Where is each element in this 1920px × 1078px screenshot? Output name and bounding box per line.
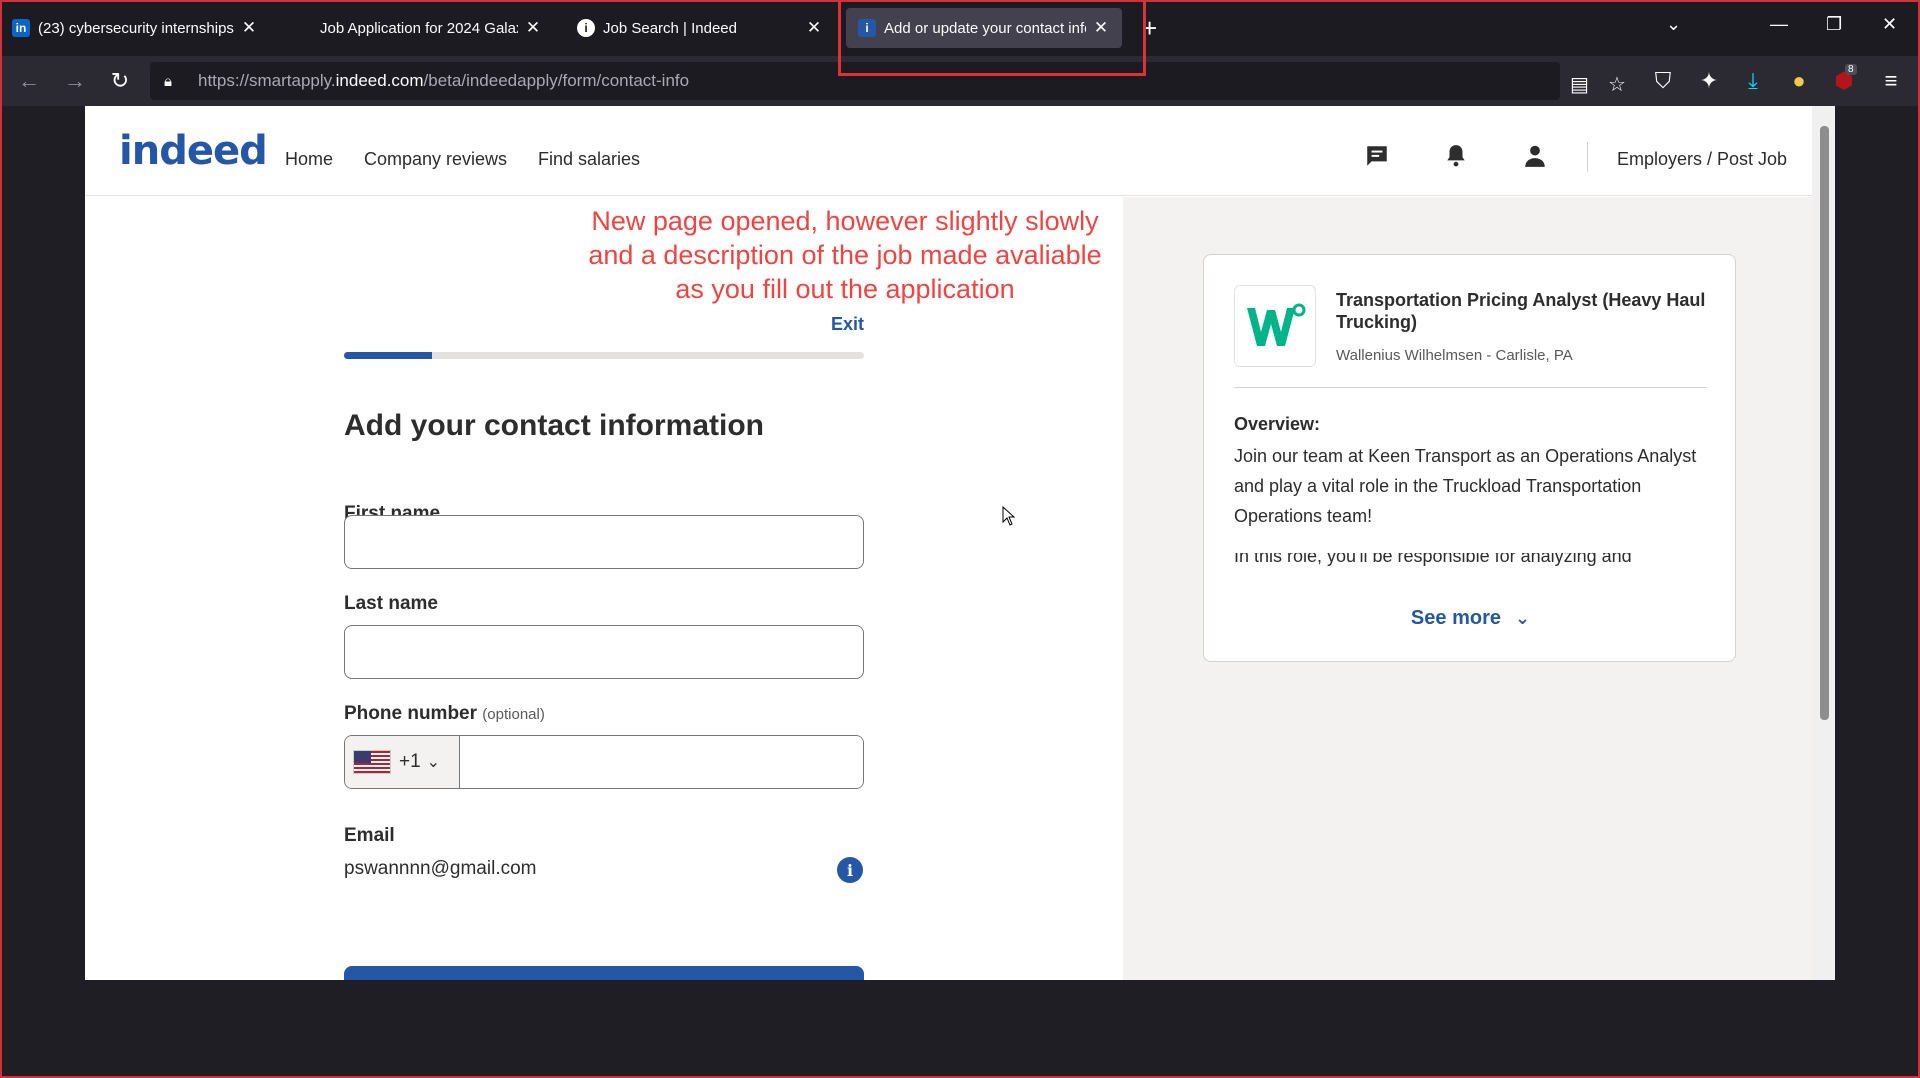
close-icon[interactable]: ✕	[805, 18, 823, 38]
menu-icon[interactable]: ≡	[1878, 68, 1904, 94]
messages-icon[interactable]	[1361, 140, 1393, 172]
overview-text: Join our team at Keen Transport as an Op…	[1234, 446, 1697, 526]
forward-icon[interactable]: →	[62, 68, 88, 94]
email-value: pswannnn@gmail.com	[344, 858, 537, 879]
continue-button[interactable]	[344, 966, 864, 980]
progress-fill	[344, 352, 433, 359]
mouse-cursor-icon	[1002, 506, 1016, 526]
minimize-button[interactable]: —	[1770, 14, 1788, 35]
phone-field-group: +1 ⌄	[344, 735, 864, 789]
annotation-text: New page opened, however slightly slowly…	[588, 206, 1102, 304]
see-more-label: See more	[1410, 607, 1501, 629]
progress-bar	[344, 352, 864, 359]
lock-icon[interactable]: 🔒︎	[164, 73, 184, 90]
last-name-field[interactable]	[344, 625, 864, 679]
chevron-down-icon: ⌄	[426, 754, 441, 771]
tab-galaxy[interactable]: Job Application for 2024 Galaxy ✕	[308, 8, 554, 48]
indeed-circle-icon: i	[577, 19, 595, 37]
tab-title: Job Search | Indeed	[603, 19, 737, 37]
close-window-button[interactable]: ✕	[1882, 14, 1897, 35]
job-company: Wallenius Wilhelmsen - Carlisle, PA	[1336, 347, 1573, 364]
page-scrollbar-thumb[interactable]	[1820, 126, 1829, 720]
download-icon[interactable]: ⤓	[1740, 68, 1766, 94]
tab-indeed-search[interactable]: i Job Search | Indeed ✕	[565, 8, 835, 48]
header-divider	[1587, 142, 1588, 172]
nav-home[interactable]: Home	[285, 149, 333, 170]
phone-optional-text: (optional)	[482, 706, 545, 723]
indeed-logo[interactable]: indeed	[119, 128, 268, 174]
tab-title: (23) cybersecurity internships Jo	[38, 19, 234, 37]
shield-icon[interactable]: ⛉	[1650, 68, 1676, 94]
notifications-bell-icon[interactable]	[1440, 140, 1472, 172]
email-label: Email	[344, 825, 395, 846]
nav-find-salaries[interactable]: Find salaries	[538, 149, 640, 170]
tab-list-chevron-icon[interactable]: ⌄	[1666, 14, 1681, 35]
card-divider	[1234, 387, 1707, 388]
chevron-down-icon: ⌄	[1514, 608, 1531, 628]
profile-icon[interactable]	[1519, 140, 1551, 172]
extension-badge: 8	[1845, 64, 1857, 75]
phone-label-text: Phone number	[344, 703, 478, 724]
tab-linkedin[interactable]: in (23) cybersecurity internships Jo ✕	[0, 8, 270, 48]
form-title: Add your contact information	[344, 409, 764, 442]
page-viewport: indeed Home Company reviews Find salarie…	[85, 106, 1835, 980]
linkedin-icon: in	[12, 19, 30, 37]
phone-number-field[interactable]	[460, 736, 863, 788]
country-code-select[interactable]: +1 ⌄	[345, 736, 460, 788]
exit-link[interactable]: Exit	[831, 314, 864, 335]
back-icon[interactable]: ←	[16, 68, 42, 94]
close-icon[interactable]: ✕	[524, 18, 542, 38]
job-title[interactable]: Transportation Pricing Analyst (Heavy Ha…	[1336, 289, 1716, 333]
info-icon[interactable]: i	[837, 857, 863, 883]
new-tab-button[interactable]: +	[1142, 14, 1157, 42]
overview-title: Overview:	[1234, 414, 1321, 434]
last-name-label: Last name	[344, 593, 438, 614]
job-card: Transportation Pricing Analyst (Heavy Ha…	[1203, 254, 1736, 662]
reload-icon[interactable]: ↻	[107, 68, 133, 94]
tab-title: Job Application for 2024 Galaxy	[320, 19, 518, 37]
close-icon[interactable]: ✕	[240, 18, 258, 38]
tab-contact-info[interactable]: i Add or update your contact info ✕	[846, 8, 1122, 48]
phone-label: Phone number (optional)	[344, 703, 545, 725]
browser-tab-strip: in (23) cybersecurity internships Jo ✕ J…	[0, 0, 1920, 56]
first-name-field[interactable]	[344, 515, 864, 569]
overview-text-truncated: In this role, you'll be responsible for …	[1234, 553, 1632, 566]
dial-code: +1	[399, 751, 421, 772]
extension-sparkle-icon[interactable]: ✦	[1696, 68, 1722, 94]
url-bar[interactable]: 🔒︎ https://smartapply.indeed.com/beta/in…	[150, 62, 1626, 100]
extension-icon[interactable]: ●	[1786, 68, 1812, 94]
reader-view-icon[interactable]: ▤	[1570, 72, 1589, 97]
tab-title: Add or update your contact info	[884, 19, 1086, 37]
see-more-button[interactable]: See more ⌄	[1204, 607, 1737, 630]
employers-post-job-link[interactable]: Employers / Post Job	[1617, 149, 1787, 170]
bookmark-star-icon[interactable]: ☆	[1608, 72, 1626, 97]
us-flag-icon	[353, 750, 391, 774]
url-text: https://smartapply.indeed.com/beta/indee…	[198, 71, 690, 90]
company-logo	[1234, 285, 1316, 367]
browser-toolbar: ← → ↻ 🔒︎ https://smartapply.indeed.com/b…	[0, 56, 1920, 106]
site-header: indeed Home Company reviews Find salarie…	[85, 106, 1812, 196]
close-icon[interactable]: ✕	[1092, 18, 1110, 38]
indeed-icon: i	[858, 19, 876, 37]
restore-button[interactable]: ❐	[1826, 14, 1842, 35]
nav-company-reviews[interactable]: Company reviews	[364, 149, 507, 170]
